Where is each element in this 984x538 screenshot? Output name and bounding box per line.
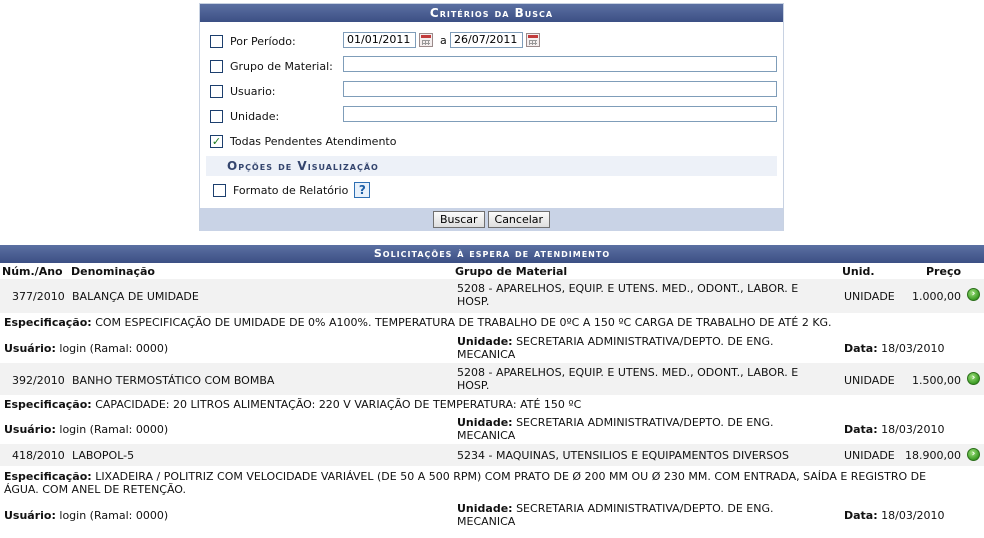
formato-label: Formato de Relatório <box>233 183 349 197</box>
spec-label: Especificação: <box>4 398 92 411</box>
spec-row: Especificação: LIXADEIRA / POLITRIZ COM … <box>0 466 984 500</box>
unidade-input[interactable] <box>343 106 777 122</box>
calendar-to-icon[interactable] <box>526 33 540 47</box>
go-arrow-icon[interactable]: › <box>967 448 980 461</box>
item-usuario: login (Ramal: 0000) <box>59 342 169 355</box>
usuario-label: Usuário: <box>4 509 56 522</box>
unidade-label: Unidade: <box>230 109 280 123</box>
spec-row: Especificação: COM ESPECIFICAÇÃO DE UMID… <box>0 313 984 333</box>
item-grupo: 5208 - APARELHOS, EQUIP. E UTENS. MED., … <box>457 282 799 295</box>
help-icon[interactable]: ? <box>354 182 371 198</box>
item-usuario: login (Ramal: 0000) <box>59 423 169 436</box>
info-row: Usuário: login (Ramal: 0000) Unidade: SE… <box>0 415 984 444</box>
item-grupo: 5234 - MAQUINAS, UTENSILIOS E EQUIPAMENT… <box>457 449 789 462</box>
data-label: Data: <box>844 509 878 522</box>
item-grupo-cont: HOSP. <box>457 295 490 308</box>
item-num: 392/2010 <box>12 374 65 387</box>
unidade-checkbox[interactable] <box>210 109 223 123</box>
usuario-label: Usuario: <box>230 84 276 98</box>
item-preco: 18.900,00 <box>905 449 961 462</box>
pendentes-checkbox[interactable]: ✓ <box>210 134 223 148</box>
buscar-button[interactable]: Buscar <box>432 211 485 228</box>
pendentes-row: ✓ Todas Pendentes Atendimento <box>210 131 396 151</box>
usuario-label: Usuário: <box>4 423 56 436</box>
usuario-row: Usuario: <box>210 81 276 101</box>
usuario-input[interactable] <box>343 81 777 97</box>
item-unidade-cont: MECANICA <box>457 515 516 528</box>
item-spec-cont: ÁGUA. COM ANEL DE RETENÇÃO. <box>4 483 187 496</box>
item-num: 377/2010 <box>12 290 65 303</box>
period-checkbox[interactable] <box>210 34 223 48</box>
data-label: Data: <box>844 342 878 355</box>
go-arrow-icon[interactable]: › <box>967 288 980 301</box>
grupo-row: Grupo de Material: <box>210 56 333 76</box>
item-data: 18/03/2010 <box>881 423 945 436</box>
item-unidade: SECRETARIA ADMINISTRATIVA/DEPTO. DE ENG. <box>516 416 774 429</box>
go-arrow-icon[interactable]: › <box>967 372 980 385</box>
grupo-checkbox[interactable] <box>210 59 223 73</box>
cancelar-button[interactable]: Cancelar <box>487 211 551 228</box>
info-row: Usuário: login (Ramal: 0000) Unidade: SE… <box>0 500 984 528</box>
item-unid: UNIDADE <box>844 449 895 462</box>
usuario-checkbox[interactable] <box>210 84 223 98</box>
criteria-title: Critérios da Busca <box>200 4 783 22</box>
unidade-label: Unidade: <box>457 416 513 429</box>
period-row: Por Período: <box>210 31 296 51</box>
item-unidade: SECRETARIA ADMINISTRATIVA/DEPTO. DE ENG. <box>516 502 774 515</box>
results-title: Solicitações à espera de atendimento <box>0 245 984 263</box>
table-row: 418/2010 LABOPOL-5 5234 - MAQUINAS, UTEN… <box>0 444 984 466</box>
info-row: Usuário: login (Ramal: 0000) Unidade: SE… <box>0 333 984 363</box>
spec-row: Especificação: CAPACIDADE: 20 LITROS ALI… <box>0 395 984 415</box>
header-num: Núm./Ano <box>2 265 63 278</box>
search-criteria-panel: Critérios da Busca Por Período: 01/01/20… <box>199 3 784 231</box>
item-num: 418/2010 <box>12 449 65 462</box>
item-denominacao: LABOPOL-5 <box>72 449 135 462</box>
header-unid: Unid. <box>842 265 875 278</box>
item-grupo-cont: HOSP. <box>457 379 490 392</box>
date-from-input[interactable]: 01/01/2011 <box>343 32 416 48</box>
pendentes-label: Todas Pendentes Atendimento <box>230 134 397 148</box>
data-label: Data: <box>844 423 878 436</box>
header-denominacao: Denominação <box>71 265 155 278</box>
header-grupo: Grupo de Material <box>455 265 568 278</box>
date-separator: a <box>440 34 447 47</box>
calendar-from-icon[interactable] <box>419 33 433 47</box>
grupo-label: Grupo de Material: <box>230 59 333 73</box>
item-denominacao: BANHO TERMOSTÁTICO COM BOMBA <box>72 374 275 387</box>
usuario-label: Usuário: <box>4 342 56 355</box>
item-spec: LIXADEIRA / POLITRIZ COM VELOCIDADE VARI… <box>95 470 927 483</box>
visualization-options-title: Opções de Visualização <box>206 156 777 176</box>
item-usuario: login (Ramal: 0000) <box>59 509 169 522</box>
item-data: 18/03/2010 <box>881 342 945 355</box>
spec-label: Especificação: <box>4 316 92 329</box>
formato-row: Formato de Relatório ? <box>213 180 371 200</box>
grupo-input[interactable] <box>343 56 777 72</box>
item-spec: CAPACIDADE: 20 LITROS ALIMENTAÇÃO: 220 V… <box>95 398 582 411</box>
unidade-label: Unidade: <box>457 502 513 515</box>
item-unidade-cont: MECANICA <box>457 429 516 442</box>
period-label: Por Período: <box>230 34 296 48</box>
item-unid: UNIDADE <box>844 374 895 387</box>
item-denominacao: BALANÇA DE UMIDADE <box>72 290 199 303</box>
unidade-label: Unidade: <box>457 335 513 348</box>
unidade-row: Unidade: <box>210 106 279 126</box>
date-to-input[interactable]: 26/07/2011 <box>450 32 523 48</box>
item-grupo: 5208 - APARELHOS, EQUIP. E UTENS. MED., … <box>457 366 799 379</box>
item-unidade: SECRETARIA ADMINISTRATIVA/DEPTO. DE ENG. <box>516 335 774 348</box>
item-spec: COM ESPECIFICAÇÃO DE UMIDADE DE 0% A100%… <box>95 316 832 329</box>
item-data: 18/03/2010 <box>881 509 945 522</box>
spec-label: Especificação: <box>4 470 92 483</box>
item-preco: 1.500,00 <box>912 374 961 387</box>
formato-checkbox[interactable] <box>213 183 226 197</box>
results-table: Solicitações à espera de atendimento Núm… <box>0 245 984 528</box>
item-unid: UNIDADE <box>844 290 895 303</box>
table-row: 377/2010 BALANÇA DE UMIDADE 5208 - APARE… <box>0 279 984 313</box>
header-preco: Preço <box>926 265 962 278</box>
criteria-footer: Buscar Cancelar <box>200 208 783 231</box>
item-preco: 1.000,00 <box>912 290 961 303</box>
table-header: Núm./Ano Denominação Grupo de Material U… <box>0 263 984 279</box>
item-unidade-cont: MECANICA <box>457 348 516 361</box>
table-row: 392/2010 BANHO TERMOSTÁTICO COM BOMBA 52… <box>0 363 984 395</box>
